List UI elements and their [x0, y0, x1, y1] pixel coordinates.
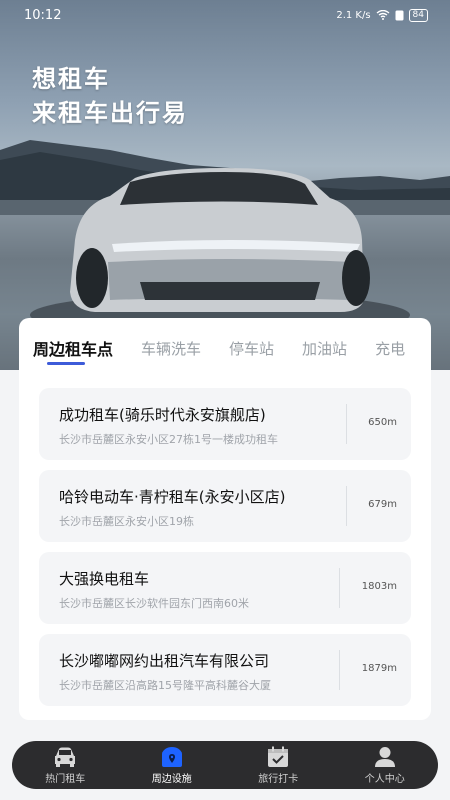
divider — [346, 404, 347, 444]
place-address: 长沙市岳麓区永安小区19栋 — [59, 515, 194, 528]
nav-label: 周边设施 — [151, 774, 192, 785]
car-icon — [55, 747, 76, 767]
hero-line-1: 想租车 — [32, 65, 110, 93]
active-tab-indicator — [47, 362, 85, 365]
nav-label: 热门租车 — [45, 774, 86, 785]
place-distance: 1879m — [361, 663, 397, 674]
network-speed: 2.1 K/s — [336, 9, 371, 21]
place-name: 成功租车(骑乐时代永安旗舰店) — [59, 406, 266, 424]
list-item[interactable]: 哈铃电动车·青柠租车(永安小区店) 长沙市岳麓区永安小区19栋 679m — [39, 470, 411, 542]
list-item[interactable]: 长沙嘟嘟网约出租汽车有限公司 长沙市岳麓区沿高路15号隆平高科麓谷大厦 1879… — [39, 634, 411, 706]
status-bar: 10:12 2.1 K/s 84 — [0, 0, 450, 30]
place-address: 长沙市岳麓区沿高路15号隆平高科麓谷大厦 — [59, 679, 271, 692]
tab-rental-points[interactable]: 周边租车点 — [33, 336, 113, 360]
place-distance: 679m — [368, 499, 397, 510]
sim-icon — [395, 10, 404, 20]
calendar-check-icon — [268, 746, 289, 767]
place-name: 大强换电租车 — [59, 570, 150, 588]
tab-parking[interactable]: 停车站 — [229, 338, 274, 359]
place-name: 哈铃电动车·青柠租车(永安小区店) — [59, 488, 286, 506]
list-item[interactable]: 成功租车(骑乐时代永安旗舰店) 长沙市岳麓区永安小区27栋1号一楼成功租车 65… — [39, 388, 411, 460]
place-address: 长沙市岳麓区长沙软件园东门西南60米 — [59, 597, 249, 610]
nearby-panel: 周边租车点 车辆洗车 停车站 加油站 充电 成功租车(骑乐时代永安旗舰店) 长沙… — [19, 318, 431, 720]
place-distance: 1803m — [361, 581, 397, 592]
nav-label: 旅行打卡 — [258, 774, 299, 785]
map-pin-icon — [161, 747, 182, 767]
wifi-icon — [376, 10, 389, 20]
place-distance: 650m — [368, 417, 397, 428]
nav-travel-checkin[interactable]: 旅行打卡 — [225, 741, 332, 789]
divider — [339, 650, 340, 690]
tab-gas-station[interactable]: 加油站 — [302, 338, 347, 359]
place-list: 成功租车(骑乐时代永安旗舰店) 长沙市岳麓区永安小区27栋1号一楼成功租车 65… — [39, 388, 411, 716]
bottom-nav: 热门租车 周边设施 旅行打卡 个人中心 — [12, 741, 438, 789]
nav-nearby-facilities[interactable]: 周边设施 — [119, 741, 226, 789]
hero-title: 想租车 来租车出行易 — [32, 62, 188, 130]
nav-label: 个人中心 — [364, 774, 405, 785]
divider — [339, 568, 340, 608]
nav-personal-center[interactable]: 个人中心 — [332, 741, 439, 789]
car-image — [30, 168, 410, 337]
status-time: 10:12 — [24, 7, 62, 23]
nav-hot-rental[interactable]: 热门租车 — [12, 741, 119, 789]
place-name: 长沙嘟嘟网约出租汽车有限公司 — [59, 652, 270, 670]
hero-banner: 10:12 2.1 K/s 84 想租车 来租车出行易 — [0, 0, 450, 370]
tab-car-wash[interactable]: 车辆洗车 — [141, 338, 201, 359]
user-icon — [374, 747, 395, 767]
category-tabs: 周边租车点 车辆洗车 停车站 加油站 充电 — [19, 318, 431, 378]
hero-line-2: 来租车出行易 — [32, 99, 188, 127]
list-item[interactable]: 大强换电租车 长沙市岳麓区长沙软件园东门西南60米 1803m — [39, 552, 411, 624]
tab-charging[interactable]: 充电 — [375, 338, 405, 359]
divider — [346, 486, 347, 526]
place-address: 长沙市岳麓区永安小区27栋1号一楼成功租车 — [59, 433, 278, 446]
battery-indicator: 84 — [408, 8, 428, 22]
